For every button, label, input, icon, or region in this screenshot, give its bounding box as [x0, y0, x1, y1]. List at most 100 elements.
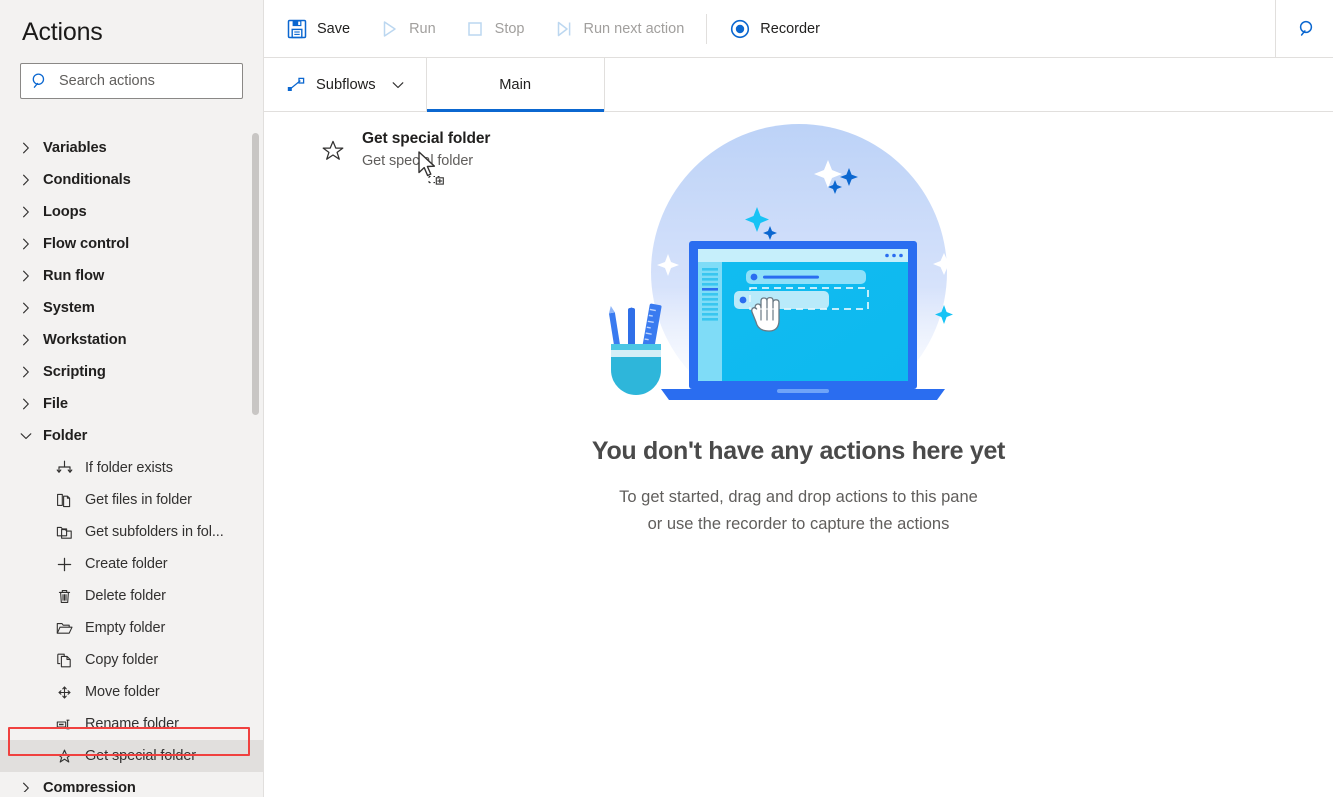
action-label: Empty folder — [85, 620, 166, 636]
action-label: Create folder — [85, 556, 168, 572]
empty-state-title: You don't have any actions here yet — [591, 437, 1006, 465]
sidebar-scrollbar[interactable] — [252, 128, 259, 768]
action-label: Copy folder — [85, 652, 159, 668]
action-get-subfolders-in-folder[interactable]: Get subfolders in fol... — [0, 516, 264, 548]
sidebar-group-label: Flow control — [43, 236, 130, 252]
search-icon — [1294, 18, 1316, 40]
step-forward-icon — [553, 18, 575, 40]
sidebar-group-compression[interactable]: Compression — [0, 772, 264, 792]
record-icon — [729, 18, 751, 40]
action-if-folder-exists[interactable]: If folder exists — [0, 452, 264, 484]
sidebar-group-label: Variables — [43, 140, 107, 156]
chevron-right-icon — [18, 140, 34, 156]
save-button[interactable]: Save — [272, 0, 364, 57]
stop-label: Stop — [494, 20, 525, 37]
action-empty-folder[interactable]: Empty folder — [0, 612, 264, 644]
move-arrows-icon — [55, 683, 74, 702]
action-label: Move folder — [85, 684, 160, 700]
action-label: Rename folder — [85, 716, 179, 732]
actions-sidebar: Actions Variables — [0, 0, 264, 797]
chevron-right-icon — [18, 364, 34, 380]
rename-icon — [55, 715, 74, 734]
empty-state-subtitle: To get started, drag and drop actions to… — [619, 484, 978, 538]
folders-icon — [55, 523, 74, 542]
save-icon — [286, 18, 308, 40]
sidebar-group-label: Conditionals — [43, 172, 131, 188]
chevron-right-icon — [18, 396, 34, 412]
sidebar-group-label: System — [43, 300, 95, 316]
save-label: Save — [317, 20, 351, 37]
chevron-down-icon — [18, 428, 34, 444]
page-title: Actions — [22, 18, 103, 46]
action-get-files-in-folder[interactable]: Get files in folder — [0, 484, 264, 516]
recorder-label: Recorder — [760, 20, 820, 37]
recorder-button[interactable]: Recorder — [715, 0, 834, 57]
chevron-right-icon — [18, 172, 34, 188]
chevron-right-icon — [18, 204, 34, 220]
folder-files-icon — [55, 491, 74, 510]
action-label: Get subfolders in fol... — [85, 524, 224, 540]
empty-state-line-1: To get started, drag and drop actions to… — [619, 488, 978, 506]
chevron-right-icon — [18, 268, 34, 284]
sidebar-group-loops[interactable]: Loops — [0, 196, 264, 228]
action-label: Delete folder — [85, 588, 166, 604]
search-input[interactable] — [59, 73, 232, 89]
run-next-action-label: Run next action — [583, 20, 685, 37]
toolbar: Save Run Stop Run next action Recorder — [264, 0, 1333, 58]
toolbar-divider — [706, 13, 708, 44]
action-get-special-folder[interactable]: Get special folder — [0, 740, 264, 772]
search-icon — [31, 72, 49, 90]
trash-icon — [55, 587, 74, 606]
sidebar-group-conditionals[interactable]: Conditionals — [0, 164, 264, 196]
star-icon — [55, 747, 74, 766]
sidebar-group-label: Folder — [43, 428, 88, 444]
sidebar-group-system[interactable]: System — [0, 292, 264, 324]
sidebar-group-label: Loops — [43, 204, 87, 220]
action-create-folder[interactable]: Create folder — [0, 548, 264, 580]
action-rename-folder[interactable]: Rename folder — [0, 708, 264, 740]
chevron-down-icon — [390, 77, 406, 93]
sidebar-group-run-flow[interactable]: Run flow — [0, 260, 264, 292]
chevron-right-icon — [18, 300, 34, 316]
search-box[interactable] — [20, 63, 243, 99]
chevron-right-icon — [18, 236, 34, 252]
sidebar-group-scripting[interactable]: Scripting — [0, 356, 264, 388]
split-arrows-icon — [55, 459, 74, 478]
sidebar-group-flow-control[interactable]: Flow control — [0, 228, 264, 260]
run-button[interactable]: Run — [364, 0, 450, 57]
global-search-button[interactable] — [1275, 0, 1333, 57]
open-folder-icon — [55, 619, 74, 638]
sidebar-group-label: File — [43, 396, 68, 412]
run-label: Run — [409, 20, 436, 37]
copy-pages-icon — [55, 651, 74, 670]
power-automate-desktop-window: Actions Variables — [0, 0, 1333, 797]
action-move-folder[interactable]: Move folder — [0, 676, 264, 708]
sidebar-group-label: Run flow — [43, 268, 105, 284]
sidebar-group-label: Workstation — [43, 332, 127, 348]
action-delete-folder[interactable]: Delete folder — [0, 580, 264, 612]
empty-state: You don't have any actions here yet To g… — [264, 112, 1333, 538]
tab-bar: Subflows Main — [264, 58, 1333, 112]
run-next-action-button[interactable]: Run next action — [539, 0, 699, 57]
flow-canvas[interactable]: Get special folder Get special folder Yo… — [264, 112, 1333, 797]
search-container — [0, 47, 263, 99]
action-label: Get files in folder — [85, 492, 192, 508]
empty-state-line-2: or use the recorder to capture the actio… — [647, 515, 950, 533]
sidebar-group-folder[interactable]: Folder — [0, 420, 264, 452]
action-copy-folder[interactable]: Copy folder — [0, 644, 264, 676]
sidebar-group-label: Scripting — [43, 364, 106, 380]
play-icon — [378, 18, 400, 40]
sidebar-group-variables[interactable]: Variables — [0, 132, 264, 164]
action-label: Get special folder — [85, 748, 197, 764]
tab-main[interactable]: Main — [426, 58, 605, 112]
action-label: If folder exists — [85, 460, 173, 476]
subflow-icon — [286, 75, 306, 95]
main-area: Save Run Stop Run next action Recorder S… — [264, 0, 1333, 797]
subflows-dropdown[interactable]: Subflows — [264, 58, 427, 111]
sidebar-group-workstation[interactable]: Workstation — [0, 324, 264, 356]
chevron-right-icon — [18, 780, 34, 792]
stop-button[interactable]: Stop — [450, 0, 539, 57]
sidebar-group-file[interactable]: File — [0, 388, 264, 420]
subflows-label: Subflows — [316, 76, 376, 93]
sidebar-scrollbar-thumb[interactable] — [252, 133, 259, 415]
